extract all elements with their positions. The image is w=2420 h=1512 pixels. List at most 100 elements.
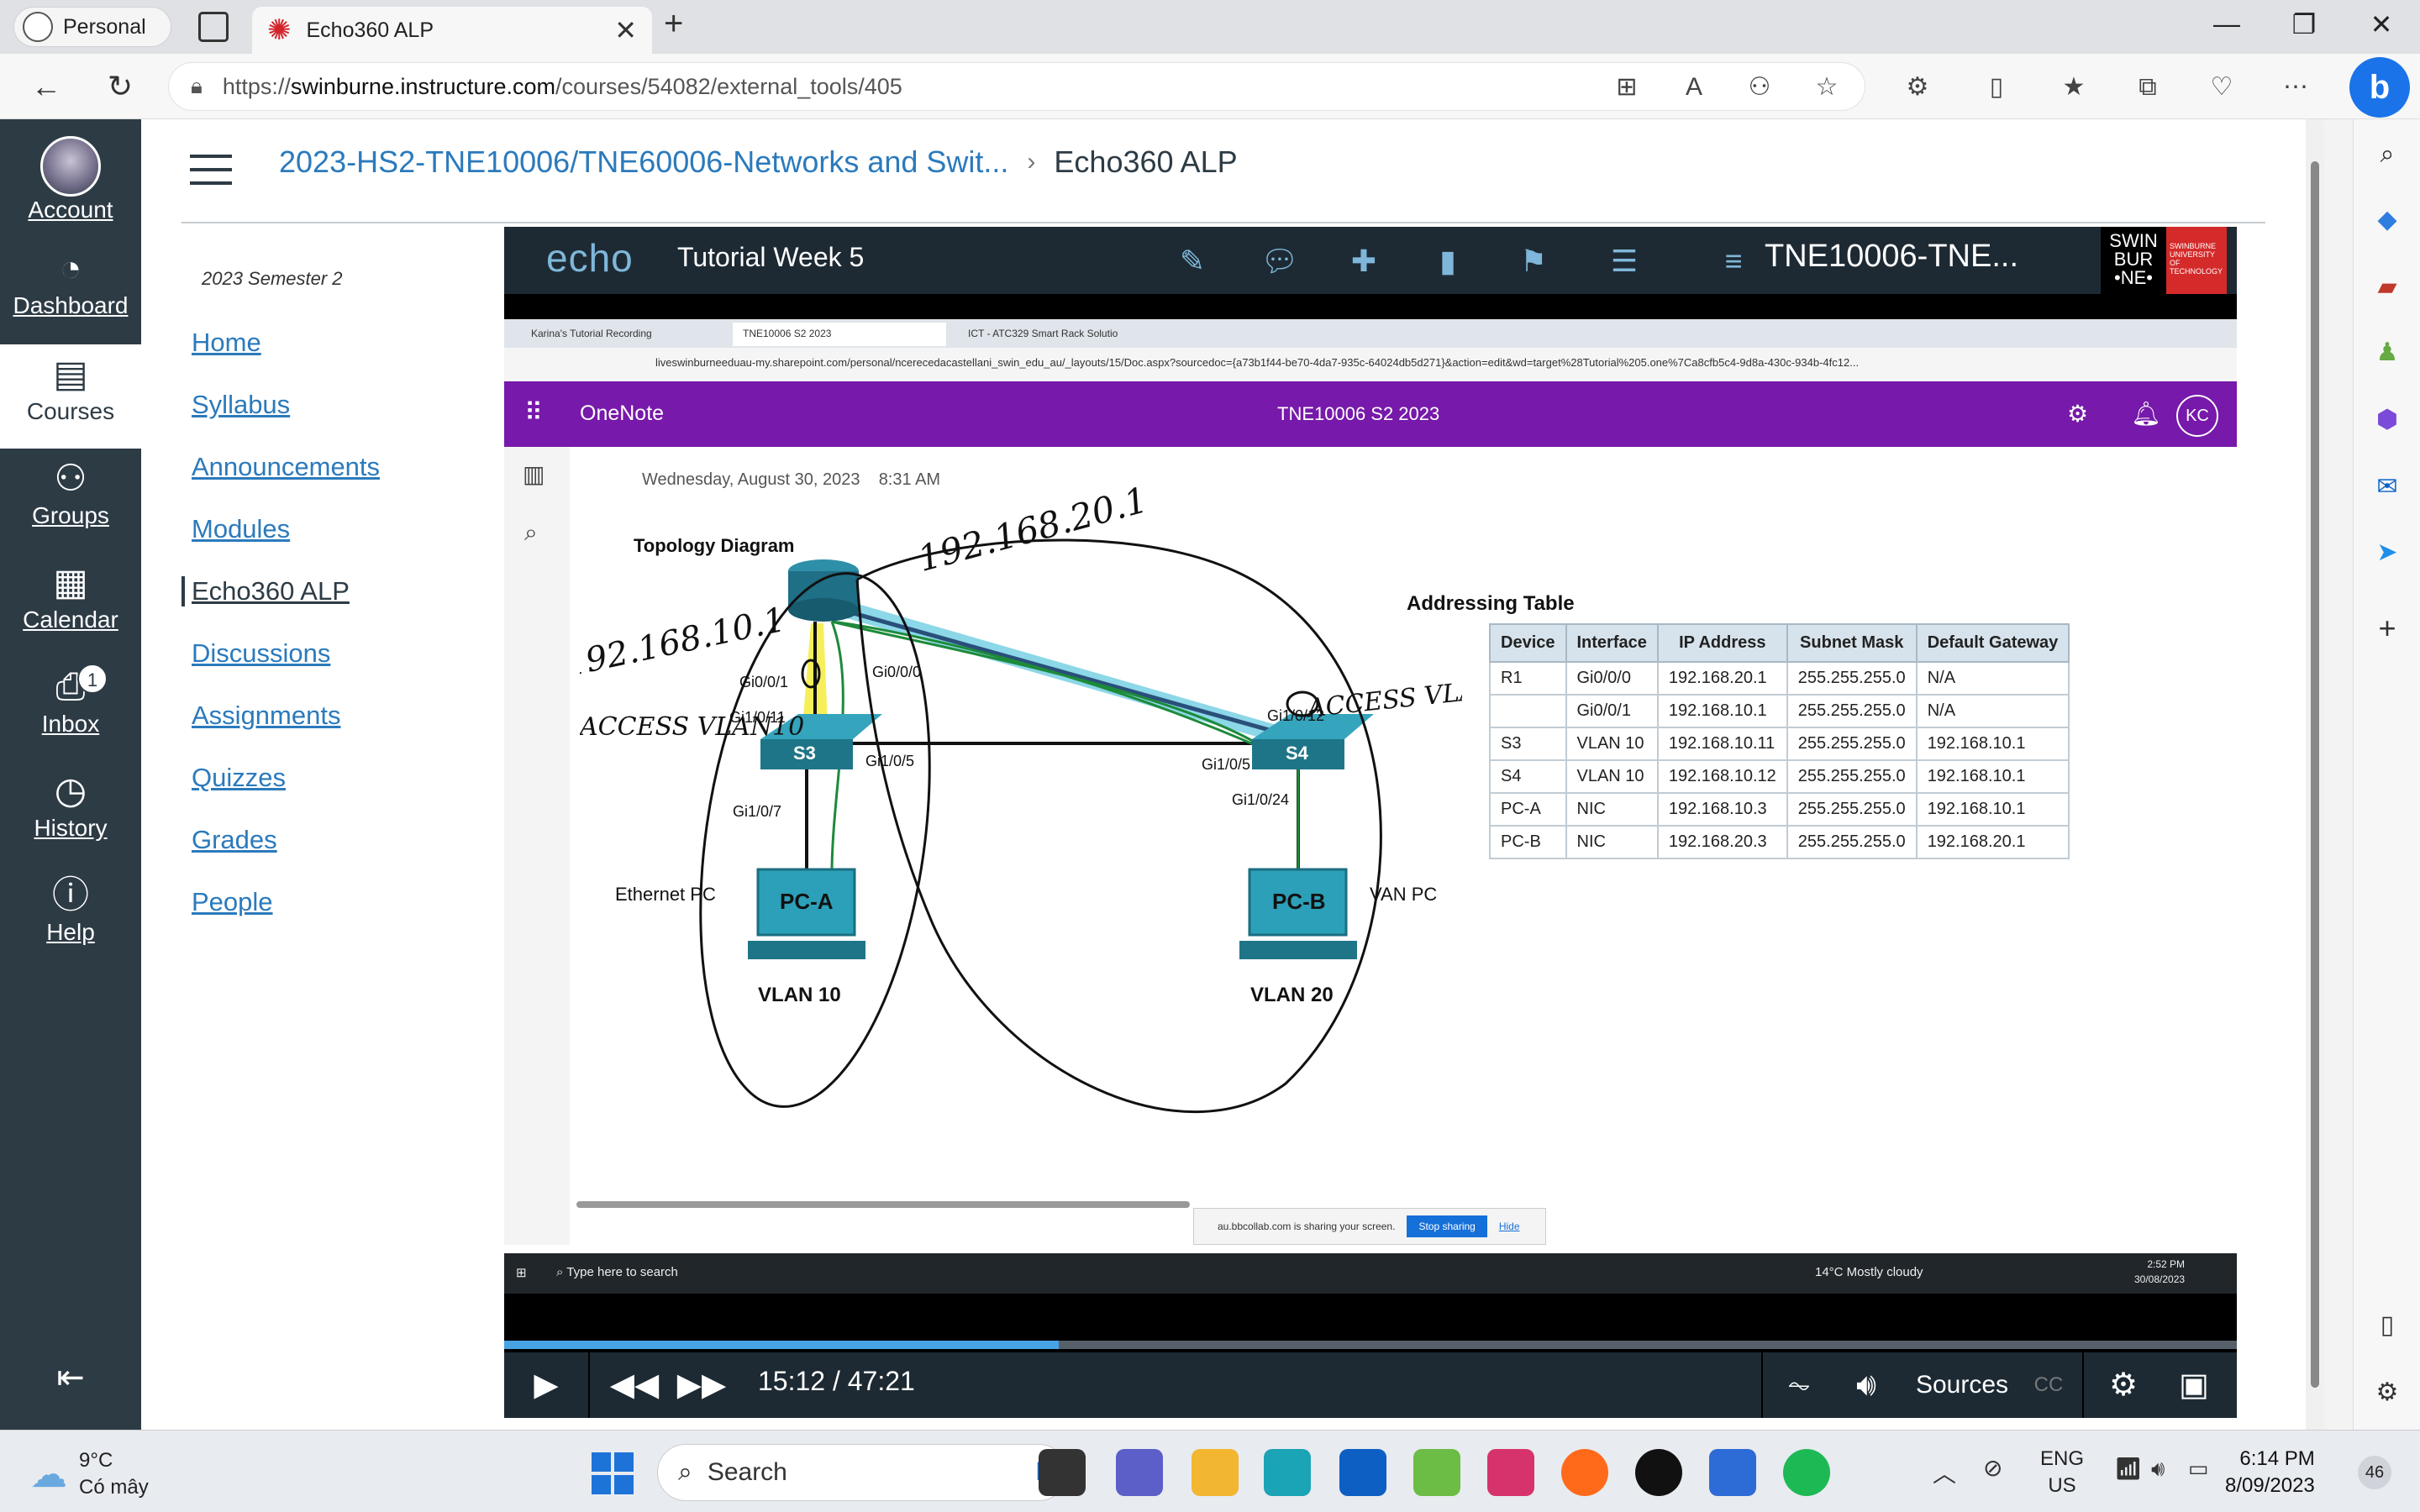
close-window-icon[interactable]: ✕ [2356,8,2407,40]
show-hidden-icons-icon[interactable]: ︿ [1933,1456,1956,1489]
games-icon[interactable]: ♟ [2370,336,2404,370]
fast-forward-icon[interactable]: ▶▶ [672,1361,731,1410]
no-network-icon[interactable]: ⊘ [1983,1454,2002,1482]
battery-icon[interactable]: ▭ [2188,1456,2209,1482]
play-icon[interactable]: ▶ [521,1361,571,1410]
shopping-tag-icon[interactable]: ◆ [2370,203,2404,237]
close-tab-icon[interactable]: ✕ [614,14,637,46]
nav-help[interactable]: ⓘ Help [0,872,141,964]
page-scrollbar-thumb[interactable] [2311,161,2319,1388]
add-sidebar-app-icon[interactable]: + [2370,612,2404,645]
playback-progress[interactable] [504,1341,2237,1349]
instagram-icon[interactable] [1487,1449,1534,1496]
volume-icon[interactable]: 🔊︎ [1837,1361,1896,1410]
split-screen-icon[interactable]: ▯ [1978,69,2015,106]
nav-inbox[interactable]: ⎙ 1 Inbox [0,664,141,756]
weather-widget[interactable]: ☁ 9°C Có mây [30,1447,149,1501]
outlook-icon[interactable]: ✉ [2370,470,2404,504]
nav-groups[interactable]: ⚇ Groups [0,455,141,548]
store-icon[interactable] [1339,1449,1386,1496]
transcript-icon[interactable]: ☰ [1605,242,1644,281]
task-view-icon[interactable] [1039,1449,1086,1496]
nav-courses[interactable]: ▤ Courses [0,344,141,449]
favorites-icon[interactable]: ★ [2055,69,2092,106]
nav-dashboard[interactable]: ◔ Dashboard [0,245,141,338]
table-row: Gi0/0/1 192.168.10.1 255.255.255.0 N/A [1489,694,2070,728]
app-icon[interactable] [1413,1449,1460,1496]
layout-toggle-icon[interactable]: ▣ [2165,1361,2223,1410]
flag-icon[interactable]: ⚑ [1514,242,1553,281]
nav-history[interactable]: ◷ History [0,768,141,860]
sidebar-layout-icon[interactable]: ▯ [2370,1309,2404,1342]
activity-icon[interactable]: ⏦ [1770,1361,1828,1410]
wifi-icon[interactable]: 📶︎ [2114,1456,2142,1482]
course-nav-people[interactable]: People [192,887,273,917]
minimize-icon[interactable]: — [2202,8,2252,39]
copilot-icon[interactable]: b [2349,57,2410,118]
notification-count[interactable]: 46 [2358,1456,2391,1489]
back-icon[interactable]: ← [25,66,67,108]
port-label-s3-gi105: Gi1/0/5 [865,753,914,769]
course-nav-announcements[interactable]: Announcements [192,452,380,482]
spotify-icon[interactable] [1783,1449,1830,1496]
file-explorer-icon[interactable] [1192,1449,1239,1496]
language-indicator[interactable]: ENG US [2040,1446,2084,1499]
sidebar-settings-icon[interactable]: ⚙ [2370,1376,2404,1410]
more-menu-icon[interactable]: ⋯ [2277,69,2314,106]
performance-icon[interactable]: ♡ [2203,69,2240,106]
nav-account[interactable]: Account [0,128,141,228]
app-icon[interactable] [1709,1449,1756,1496]
course-nav-modules[interactable]: Modules [192,514,290,544]
browser-tab-echo360[interactable]: ✺ Echo360 ALP ✕ [252,7,652,54]
speaker-icon[interactable]: 🔊︎ [2151,1456,2165,1483]
profile-label: Personal [63,14,146,39]
stop-sharing-button: Stop sharing [1407,1215,1487,1237]
teams-icon[interactable] [1116,1449,1163,1496]
bookmark-icon[interactable]: ▮ [1428,242,1467,281]
tab-actions-icon[interactable] [198,12,229,42]
new-tab-icon[interactable]: + [664,5,683,43]
profile-share-icon[interactable]: ⚇ [1741,69,1778,106]
read-aloud-icon[interactable]: A [1676,69,1712,106]
ask-question-icon[interactable]: ✚ [1344,242,1383,281]
course-nav-quizzes[interactable]: Quizzes [192,763,286,793]
github-icon[interactable] [1635,1449,1682,1496]
course-nav-echo360[interactable]: Echo360 ALP [182,576,350,606]
discussion-icon[interactable]: 💬︎ [1260,242,1299,281]
collections-icon[interactable]: ⧉ [2129,69,2166,106]
nav-calendar[interactable]: ▦ Calendar [0,559,141,652]
video-frame[interactable]: Karina's Tutorial Recording TNE10006 S2 … [504,319,2237,1294]
course-nav-assignments[interactable]: Assignments [192,701,340,731]
course-nav-discussions[interactable]: Discussions [192,638,330,669]
profile-button[interactable]: Personal [13,7,171,47]
restore-icon[interactable]: ❐ [2279,8,2329,40]
search-icon[interactable]: ⌕ [2370,138,2404,171]
windows-start-icon[interactable] [592,1452,634,1494]
tools-briefcase-icon[interactable]: ▰ [2370,270,2404,304]
table-cell: 255.255.255.0 [1786,694,1918,728]
taskbar-clock[interactable]: 6:14 PM 8/09/2023 [2225,1446,2315,1499]
microsoft-365-icon[interactable]: ⬢ [2370,403,2404,437]
sources-button[interactable]: Sources [1907,1361,2017,1410]
notes-icon[interactable]: ✎ [1173,242,1212,281]
course-nav-home[interactable]: Home [192,328,261,358]
rewind-icon[interactable]: ◀◀ [605,1361,664,1410]
course-nav-grades[interactable]: Grades [192,825,277,855]
echo-logo: echo [546,236,634,280]
history-icon: ◷ [54,770,87,811]
apps-icon[interactable]: ⊞ [1608,69,1645,106]
collapse-nav-button[interactable]: ⇤ [0,1354,141,1404]
course-nav-syllabus[interactable]: Syllabus [192,390,290,420]
firefox-icon[interactable] [1561,1449,1608,1496]
edge-icon[interactable] [1264,1449,1311,1496]
extensions-icon[interactable]: ⚙ [1899,69,1936,106]
outline-list-icon[interactable]: ≡ [1714,242,1753,281]
refresh-icon[interactable]: ↻ [99,66,141,108]
favorite-star-icon[interactable]: ☆ [1808,69,1845,106]
hamburger-menu-icon[interactable] [190,155,232,185]
closed-captions-button[interactable]: CC [2023,1361,2074,1410]
breadcrumb-course-link[interactable]: 2023-HS2-TNE10006/TNE60006-Networks and … [279,144,1008,180]
drop-send-icon[interactable]: ➤ [2370,536,2404,570]
settings-gear-icon[interactable]: ⚙ [2096,1361,2151,1410]
taskbar-search[interactable]: ⌕ Search b [657,1444,1067,1501]
